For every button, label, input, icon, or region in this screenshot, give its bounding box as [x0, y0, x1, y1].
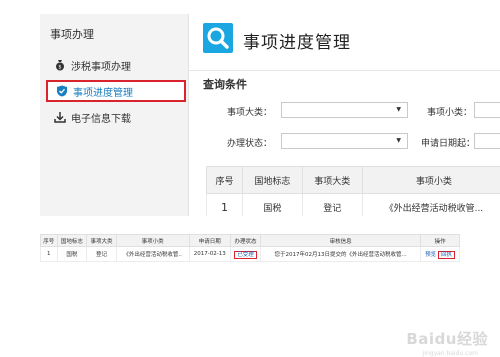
- subcategory-select[interactable]: [474, 102, 500, 118]
- column-header: 事项小类: [361, 166, 500, 194]
- sidebar: 事项办理 $ 涉税事项办理 事项进度管理 电子信息下载: [40, 14, 189, 216]
- preview-link[interactable]: 预览: [425, 252, 436, 258]
- sidebar-item-tax-matters[interactable]: $ 涉税事项办理: [46, 54, 186, 76]
- column-header: 操作: [420, 234, 460, 247]
- date-label: 申请日期起：: [421, 139, 476, 149]
- screenshot-top-panel: 事项办理 $ 涉税事项办理 事项进度管理 电子信息下载 事项进度管理 查询条件: [40, 14, 500, 216]
- column-header: 国地标志: [56, 234, 88, 247]
- watermark-logo: Baidu经验: [406, 330, 488, 348]
- column-header: 事项大类: [86, 234, 117, 247]
- column-header: 审核信息: [260, 234, 422, 247]
- sidebar-item-label: 涉税事项办理: [71, 61, 131, 73]
- page-title: 事项进度管理: [243, 33, 351, 53]
- table-cell: 1: [206, 193, 243, 216]
- bottom-results-table: 序号 国地标志 事项大类 事项小类 申请日期 办理状态 审核信息 操作 1 国税…: [40, 234, 460, 262]
- subcategory-label: 事项小类：: [427, 108, 473, 118]
- table-cell: 已受理: [229, 246, 262, 262]
- table-cell: 您于2017年02月13日提交的《外出经营活动税收管...: [260, 246, 422, 262]
- sidebar-title: 事项办理: [50, 28, 94, 41]
- table-cell: 登记: [301, 193, 363, 216]
- results-table: 序号 国地标志 事项大类 事项小类 1 国税 登记 《外出经营活动税收管...: [206, 166, 500, 216]
- table-cell: 国税: [56, 246, 88, 262]
- column-header: 序号: [206, 166, 243, 194]
- table-cell: 2017-02-13: [188, 246, 231, 262]
- table-cell: 《外出经营活动税收管..: [115, 246, 190, 262]
- table-cell: 1: [40, 246, 58, 262]
- sidebar-item-label: 事项进度管理: [73, 87, 133, 99]
- main-content: 事项进度管理 查询条件 事项大类： ▼ 事项小类： 办理状态： ▼ 申请日期起：…: [189, 14, 500, 216]
- column-header: 序号: [40, 234, 58, 247]
- receipt-link[interactable]: 回执: [437, 251, 455, 259]
- table-cell: 登记: [86, 246, 117, 262]
- table-row: 1 国税 登记 《外出经营活动税收管.. 2017-02-13 已受理 您于20…: [40, 246, 460, 262]
- date-input[interactable]: [474, 133, 500, 149]
- chevron-down-icon: ▼: [396, 137, 401, 144]
- category-select[interactable]: ▼: [281, 102, 408, 118]
- status-badge: 已受理: [234, 251, 257, 259]
- table-cell: 《外出经营活动税收管...: [361, 193, 500, 216]
- sidebar-item-download[interactable]: 电子信息下载: [46, 106, 186, 128]
- download-icon: [54, 111, 66, 123]
- sidebar-item-progress[interactable]: 事项进度管理: [46, 80, 186, 102]
- column-header: 国地标志: [241, 166, 303, 194]
- table-header-row: 序号 国地标志 事项大类 事项小类: [206, 166, 500, 194]
- section-title: 查询条件: [203, 78, 247, 91]
- table-row: 1 国税 登记 《外出经营活动税收管...: [206, 193, 500, 216]
- shield-icon: [56, 85, 68, 97]
- column-header: 办理状态: [229, 234, 262, 247]
- svg-text:$: $: [58, 65, 61, 71]
- column-header: 事项小类: [115, 234, 190, 247]
- table-header-row: 序号 国地标志 事项大类 事项小类 申请日期 办理状态 审核信息 操作: [40, 234, 460, 247]
- status-select[interactable]: ▼: [281, 133, 408, 149]
- category-label: 事项大类：: [227, 108, 273, 118]
- status-label: 办理状态：: [227, 139, 273, 149]
- table-cell: 预览 回执: [420, 246, 460, 262]
- search-icon: [203, 23, 233, 53]
- column-header: 事项大类: [301, 166, 363, 194]
- chevron-down-icon: ▼: [396, 106, 401, 113]
- divider: [189, 70, 500, 71]
- sidebar-item-label: 电子信息下载: [71, 113, 131, 125]
- watermark-url: jingyan.baidu.com: [422, 350, 478, 357]
- table-cell: 国税: [241, 193, 303, 216]
- moneybag-icon: $: [54, 59, 66, 71]
- column-header: 申请日期: [188, 234, 231, 247]
